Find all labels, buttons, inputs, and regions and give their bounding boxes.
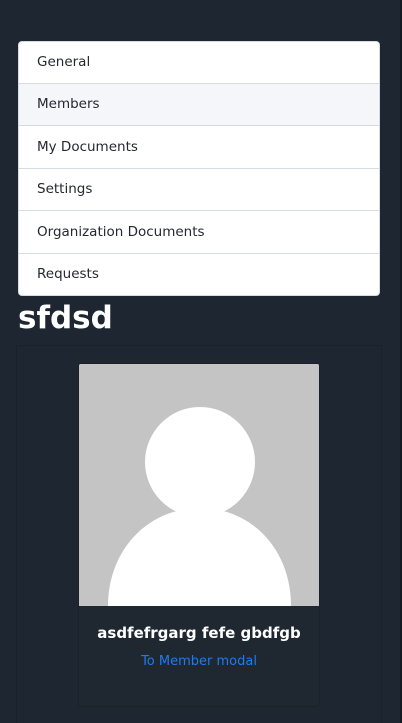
organization-title: sfdsd [18, 300, 113, 336]
nav-item-label: Members [37, 96, 100, 113]
nav-item-requests[interactable]: Requests [18, 253, 380, 296]
nav-item-label: My Documents [37, 138, 138, 155]
member-card: asdfefrgarg fefe gbdfgb To Member modal [78, 363, 320, 707]
nav-item-label: Requests [37, 266, 99, 283]
member-name: asdfefrgarg fefe gbdfgb [97, 624, 301, 642]
nav-item-members[interactable]: Members [18, 83, 380, 126]
nav-item-label: Settings [37, 181, 93, 198]
nav-item-general[interactable]: General [18, 41, 380, 84]
nav-item-my-documents[interactable]: My Documents [18, 126, 380, 169]
nav-item-label: General [37, 54, 91, 71]
organization-nav: General Members My Documents Settings Or… [18, 41, 380, 296]
default-user-avatar-icon [79, 364, 319, 606]
member-modal-link[interactable]: To Member modal [79, 654, 319, 669]
organization-page: General Members My Documents Settings Or… [0, 0, 402, 723]
nav-item-organization-documents[interactable]: Organization Documents [18, 211, 380, 254]
nav-item-settings[interactable]: Settings [18, 168, 380, 211]
nav-item-label: Organization Documents [37, 223, 205, 240]
